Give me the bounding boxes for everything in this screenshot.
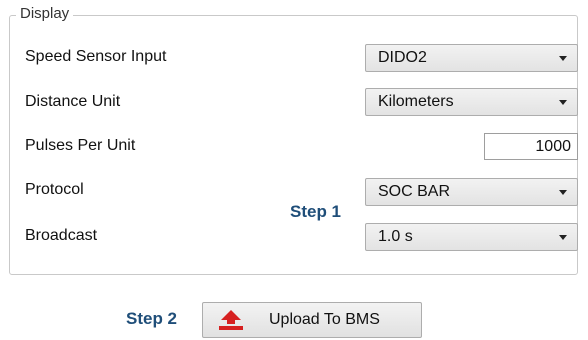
- chevron-down-icon: [559, 55, 567, 61]
- step1-label: Step 1: [290, 202, 342, 221]
- upload-icon: [219, 310, 243, 330]
- speed-sensor-input-dropdown[interactable]: DIDO2: [365, 44, 578, 72]
- chevron-down-icon: [559, 189, 567, 195]
- chevron-down-icon: [559, 234, 567, 240]
- protocol-label: Protocol: [25, 181, 84, 198]
- distance-unit-value: Kilometers: [378, 93, 454, 110]
- speed-sensor-input-value: DIDO2: [378, 49, 427, 66]
- upload-to-bms-label: Upload To BMS: [269, 311, 380, 328]
- upload-to-bms-button[interactable]: Upload To BMS: [202, 302, 422, 338]
- chevron-down-icon: [559, 99, 567, 105]
- display-group-title: Display: [16, 5, 74, 22]
- pulses-per-unit-input[interactable]: [484, 133, 578, 160]
- protocol-value: SOC BAR: [378, 183, 451, 200]
- pulses-per-unit-label: Pulses Per Unit: [25, 137, 136, 154]
- broadcast-dropdown[interactable]: 1.0 s: [365, 223, 578, 251]
- broadcast-label: Broadcast: [25, 227, 98, 244]
- distance-unit-label: Distance Unit: [25, 93, 121, 110]
- protocol-dropdown[interactable]: SOC BAR: [365, 178, 578, 206]
- step2-label: Step 2: [126, 309, 178, 328]
- distance-unit-dropdown[interactable]: Kilometers: [365, 88, 578, 116]
- broadcast-value: 1.0 s: [378, 228, 413, 245]
- speed-sensor-input-label: Speed Sensor Input: [25, 48, 167, 65]
